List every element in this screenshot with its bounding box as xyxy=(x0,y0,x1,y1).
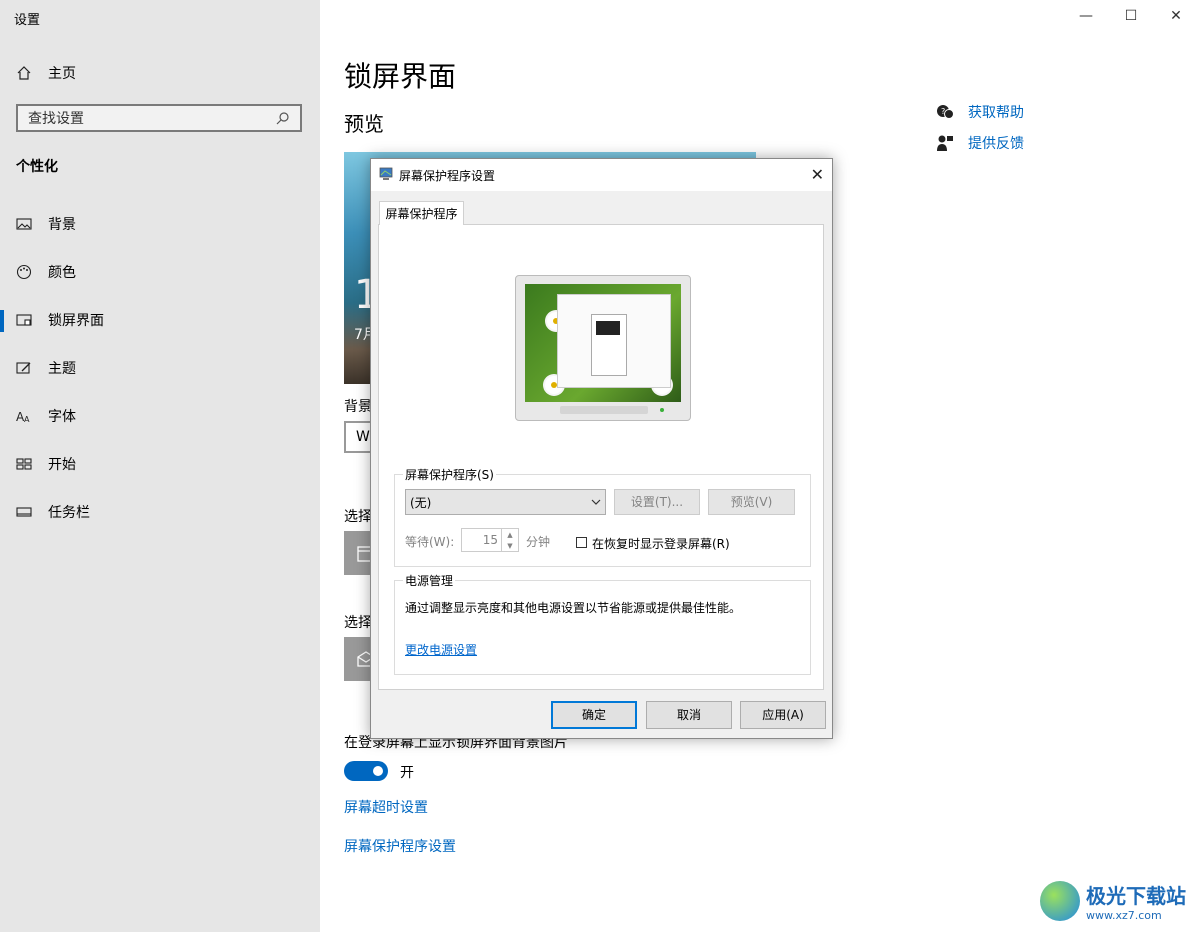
sidebar-item-background[interactable]: 背景 xyxy=(16,214,76,234)
feedback-icon xyxy=(937,135,953,151)
minutes-label: 分钟 xyxy=(526,535,551,549)
preview-heading: 预览 xyxy=(344,112,384,136)
dialog-close-icon[interactable]: ✕ xyxy=(811,165,824,184)
monitor-led xyxy=(660,408,664,412)
watermark-logo-icon xyxy=(1040,881,1080,921)
watermark-sub: www.xz7.com xyxy=(1086,909,1162,922)
sidebar-item-label: 字体 xyxy=(48,409,76,425)
nav-home-label: 主页 xyxy=(48,66,76,82)
watermark-main: 极光下载站 xyxy=(1086,884,1186,908)
wait-value: 15 xyxy=(482,533,498,547)
screensaver-app-icon xyxy=(379,167,393,180)
screensaver-combo[interactable]: (无) xyxy=(405,489,606,515)
settings-button[interactable]: 设置(T)... xyxy=(614,489,700,515)
power-group-label: 电源管理 xyxy=(403,572,456,589)
section-personalization: 个性化 xyxy=(16,159,58,175)
sidebar-item-start[interactable]: 开始 xyxy=(16,454,76,474)
select-quick-app-label: 选择 xyxy=(344,615,372,631)
change-power-settings-link[interactable]: 更改电源设置 xyxy=(405,641,477,658)
minimize-button[interactable]: — xyxy=(1076,6,1096,26)
monitor-screen xyxy=(525,284,681,402)
image-icon xyxy=(16,218,32,230)
combo-value: (无) xyxy=(410,495,432,510)
tab-screensaver[interactable]: 屏幕保护程序 xyxy=(379,201,464,225)
mini-dialog xyxy=(591,314,627,376)
app-title: 设置 xyxy=(14,13,41,28)
screensaver-dialog: 屏幕保护程序设置 ✕ 屏幕保护程序 屏幕保护程序(S) (无) 设置(T)...… xyxy=(370,158,833,739)
sidebar-item-label: 任务栏 xyxy=(48,505,90,521)
monitor-stand xyxy=(560,406,648,414)
show-background-toggle[interactable] xyxy=(344,761,388,781)
theme-icon xyxy=(16,362,31,374)
monitor-preview xyxy=(515,275,691,421)
power-group: 电源管理 通过调整显示亮度和其他电源设置以节省能源或提供最佳性能。 更改电源设置 xyxy=(394,572,811,675)
search-icon xyxy=(276,112,289,125)
watermark-text: 极光下载站 www.xz7.com xyxy=(1086,880,1186,922)
wait-label: 等待(W): xyxy=(405,535,455,549)
screen-timeout-link[interactable]: 屏幕超时设置 xyxy=(344,797,428,817)
tab-panel: 屏幕保护程序(S) (无) 设置(T)... 预览(V) 等待(W): 15 ▲… xyxy=(378,224,824,690)
preview-button[interactable]: 预览(V) xyxy=(708,489,795,515)
sidebar-item-label: 颜色 xyxy=(48,265,76,281)
wait-stepper[interactable]: 15 ▲ ▼ xyxy=(461,528,519,552)
sidebar-item-taskbar[interactable]: 任务栏 xyxy=(16,502,90,522)
sidebar-item-theme[interactable]: 主题 xyxy=(16,358,76,378)
get-help-link[interactable]: ? 获取帮助 xyxy=(936,102,1024,122)
font-icon: AA xyxy=(16,410,30,424)
chevron-down-icon xyxy=(591,499,601,505)
chevron-up-icon[interactable]: ▲ xyxy=(507,531,512,539)
svg-text:?: ? xyxy=(941,107,945,116)
sidebar-item-lock-screen[interactable]: 锁屏界面 xyxy=(16,310,104,330)
apply-button[interactable]: 应用(A) xyxy=(740,701,826,729)
feedback-label: 提供反馈 xyxy=(968,136,1024,152)
sidebar-item-label: 开始 xyxy=(48,457,76,473)
screensaver-settings-link[interactable]: 屏幕保护程序设置 xyxy=(344,836,456,856)
screensaver-group: 屏幕保护程序(S) (无) 设置(T)... 预览(V) 等待(W): 15 ▲… xyxy=(394,466,811,567)
close-icon: ✕ xyxy=(1170,8,1182,24)
sidebar-item-label: 背景 xyxy=(48,217,76,233)
stepper-buttons[interactable]: ▲ ▼ xyxy=(501,529,518,551)
svg-text:A: A xyxy=(24,415,30,424)
minimize-icon: — xyxy=(1079,8,1093,24)
select-app-label: 选择 xyxy=(344,509,372,525)
close-button[interactable]: ✕ xyxy=(1166,6,1186,26)
feedback-link[interactable]: 提供反馈 xyxy=(936,133,1024,153)
background-label: 背景 xyxy=(344,399,372,415)
nav-home[interactable]: 主页 xyxy=(16,63,76,83)
sidebar-item-label: 主题 xyxy=(48,361,76,377)
page-title: 锁屏界面 xyxy=(344,60,457,93)
search-placeholder: 查找设置 xyxy=(28,111,84,127)
screensaver-group-label: 屏幕保护程序(S) xyxy=(403,466,496,483)
mini-screen xyxy=(596,321,620,335)
power-description: 通过调整显示亮度和其他电源设置以节省能源或提供最佳性能。 xyxy=(405,601,742,615)
maximize-icon: ☐ xyxy=(1124,8,1138,24)
search-input[interactable]: 查找设置 xyxy=(16,104,302,132)
taskbar-icon xyxy=(16,507,32,517)
maximize-button[interactable]: ☐ xyxy=(1121,6,1141,26)
dialog-titlebar[interactable]: 屏幕保护程序设置 ✕ xyxy=(371,159,832,191)
watermark: 极光下载站 www.xz7.com xyxy=(1040,880,1186,922)
get-help-label: 获取帮助 xyxy=(968,105,1024,121)
palette-icon xyxy=(16,264,32,280)
start-icon xyxy=(16,458,32,470)
resume-checkbox-label[interactable]: 在恢复时显示登录屏幕(R) xyxy=(592,535,730,552)
sidebar-item-label: 锁屏界面 xyxy=(48,313,104,329)
toggle-state: 开 xyxy=(400,765,414,781)
resume-checkbox[interactable] xyxy=(576,537,587,548)
sidebar-item-fonts[interactable]: AA 字体 xyxy=(16,406,76,426)
sidebar-item-colors[interactable]: 颜色 xyxy=(16,262,76,282)
chevron-down-icon[interactable]: ▼ xyxy=(507,542,512,550)
lock-screen-icon xyxy=(16,314,32,326)
help-chat-icon: ? xyxy=(937,105,954,119)
home-icon xyxy=(17,66,31,80)
selection-indicator xyxy=(0,310,4,332)
dialog-title: 屏幕保护程序设置 xyxy=(399,169,496,183)
ok-button[interactable]: 确定 xyxy=(551,701,637,729)
sidebar: 设置 主页 查找设置 个性化 背景 颜色 锁屏界面 主题 AA 字体 开始 任务… xyxy=(0,0,320,932)
cancel-button[interactable]: 取消 xyxy=(646,701,732,729)
